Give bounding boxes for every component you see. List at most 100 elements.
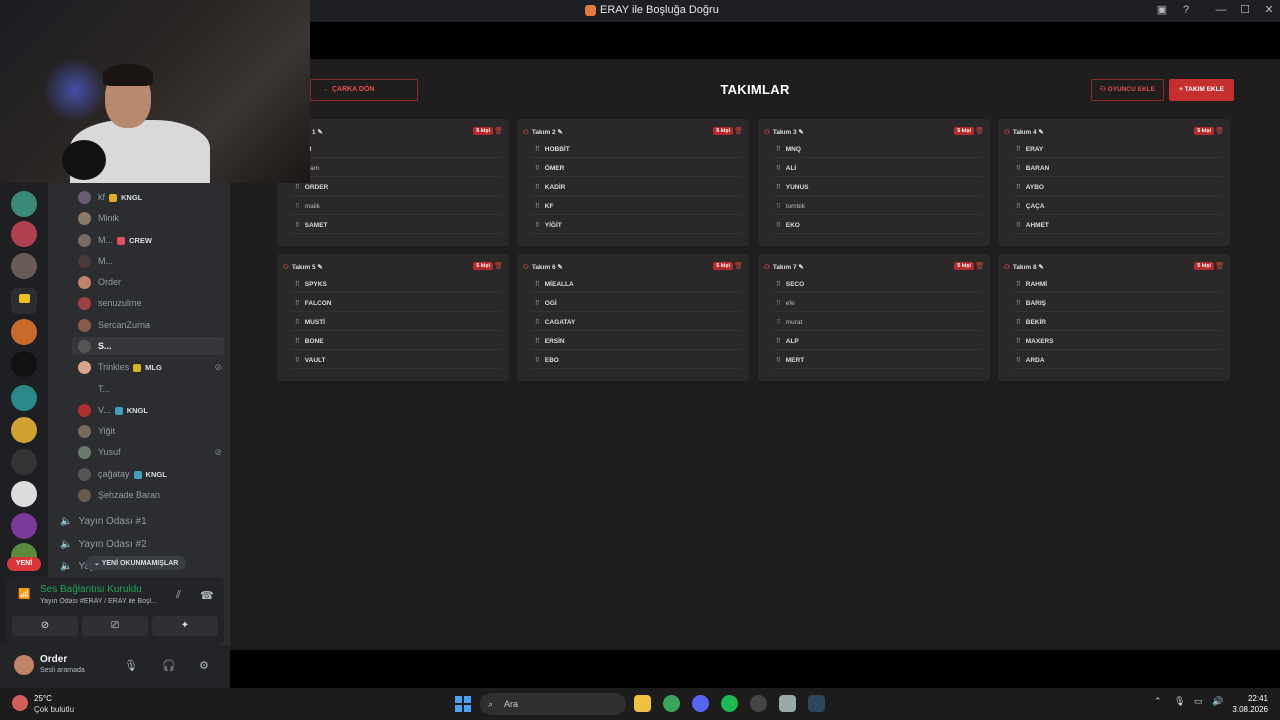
server-icon[interactable]	[11, 385, 37, 411]
drag-handle-icon[interactable]: ⠿	[776, 146, 781, 153]
obs-icon[interactable]	[750, 695, 767, 712]
drag-handle-icon[interactable]: ⠿	[1016, 338, 1021, 345]
drag-handle-icon[interactable]: ⠿	[295, 338, 300, 345]
minimize-button[interactable]: —	[1214, 3, 1228, 17]
voice-status[interactable]: Ses Bağlantısı Kuruldu	[40, 584, 142, 595]
drag-handle-icon[interactable]: ⠿	[295, 281, 300, 288]
drag-handle-icon[interactable]: ⠿	[1016, 281, 1021, 288]
player-row[interactable]: ⠿ ÖMER	[531, 161, 741, 177]
server-icon[interactable]	[11, 513, 37, 539]
drag-handle-icon[interactable]: ⠿	[295, 300, 300, 307]
player-row[interactable]: ⠿ BARIŞ	[1012, 296, 1222, 312]
player-row[interactable]: ⠿ CAGATAY	[531, 315, 741, 331]
drag-handle-icon[interactable]: ⠿	[535, 319, 540, 326]
player-row[interactable]: ⠿ ARDA	[1012, 353, 1222, 369]
voice-member[interactable]: T...	[78, 380, 226, 398]
player-row[interactable]: ⠿ OGİ	[531, 296, 741, 312]
player-row[interactable]: ⠿...am	[291, 161, 501, 177]
server-icon[interactable]	[11, 253, 37, 279]
signal-icon[interactable]: 📶	[18, 589, 30, 600]
help-icon[interactable]: ?	[1179, 3, 1193, 17]
player-row[interactable]: ⠿ ERAY	[1012, 142, 1222, 158]
voice-member[interactable]: Order	[78, 273, 226, 291]
voice-member[interactable]: senuzulme	[78, 294, 226, 312]
drag-handle-icon[interactable]: ⠿	[1016, 222, 1021, 229]
trash-icon[interactable]: 🗑	[1215, 262, 1224, 270]
player-row[interactable]: ⠿ MİEALLA	[531, 277, 741, 293]
trash-icon[interactable]: 🗑	[494, 127, 503, 135]
chevron-up-icon[interactable]: ⌃	[1154, 696, 1162, 707]
server-icon[interactable]	[11, 221, 37, 247]
drag-handle-icon[interactable]: ⠿	[776, 184, 781, 191]
voice-member[interactable]: M...	[78, 252, 226, 270]
drag-handle-icon[interactable]: ⠿	[1016, 165, 1021, 172]
close-button[interactable]: ✕	[1262, 3, 1276, 17]
player-row[interactable]: ⠿ BONE	[291, 334, 501, 350]
server-icon[interactable]	[11, 481, 37, 507]
volume-icon[interactable]: 🔊	[1212, 696, 1223, 707]
drag-handle-icon[interactable]: ⠿	[1016, 203, 1021, 210]
drag-handle-icon[interactable]: ⠿	[776, 319, 781, 326]
trash-icon[interactable]: 🗑	[1215, 127, 1224, 135]
player-row[interactable]: ⠿ VAULT	[291, 353, 501, 369]
edit-icon[interactable]: ✎	[798, 264, 803, 271]
drag-handle-icon[interactable]: ⠿	[776, 281, 781, 288]
drag-handle-icon[interactable]: ⠿	[535, 300, 540, 307]
chrome-icon[interactable]	[663, 695, 680, 712]
voice-member[interactable]: SercanZurna	[78, 316, 226, 334]
player-row[interactable]: ⠿ MAXERS	[1012, 334, 1222, 350]
trash-icon[interactable]: 🗑	[975, 262, 984, 270]
voice-channel[interactable]: 🔈 Yayın Odası #1	[60, 516, 147, 527]
player-row[interactable]: ⠿ AHMET	[1012, 218, 1222, 234]
trash-icon[interactable]: 🗑	[734, 262, 743, 270]
voice-channel-path[interactable]: Yayın Odası #ERAY / ERAY ile Boşl...	[40, 598, 170, 605]
player-row[interactable]: ⠿ BEKİR	[1012, 315, 1222, 331]
add-player-button[interactable]: ⚇ OYUNCU EKLE	[1091, 79, 1164, 101]
drag-handle-icon[interactable]: ⠿	[535, 203, 540, 210]
drag-handle-icon[interactable]: ⠿	[295, 357, 300, 364]
voice-member[interactable]: Trinkies MLG ⊘	[78, 358, 226, 376]
player-row[interactable]: ⠿ SECO	[772, 277, 982, 293]
player-row[interactable]: ⠿ EBO	[531, 353, 741, 369]
player-row[interactable]: ⠿ ÇAÇA	[1012, 199, 1222, 215]
drag-handle-icon[interactable]: ⠿	[1016, 184, 1021, 191]
server-icon[interactable]	[11, 449, 37, 475]
player-row[interactable]: ⠿ AYBO	[1012, 180, 1222, 196]
drag-handle-icon[interactable]: ⠿	[295, 184, 300, 191]
player-row[interactable]: ⠿ HOBBİT	[531, 142, 741, 158]
user-name[interactable]: Order	[40, 654, 67, 665]
weather-icon[interactable]	[12, 695, 28, 711]
drag-handle-icon[interactable]: ⠿	[1016, 146, 1021, 153]
steam-icon[interactable]	[808, 695, 825, 712]
taskbar-search[interactable]: ⌕ Ara	[480, 693, 626, 715]
player-row[interactable]: ⠿ YİĞİT	[531, 218, 741, 234]
server-icon[interactable]	[11, 319, 37, 345]
add-team-button[interactable]: + TAKIM EKLE	[1169, 79, 1234, 101]
drag-handle-icon[interactable]: ⠿	[776, 338, 781, 345]
edit-icon[interactable]: ✎	[1038, 264, 1043, 271]
trash-icon[interactable]: 🗑	[494, 262, 503, 270]
trash-icon[interactable]: 🗑	[734, 127, 743, 135]
player-row[interactable]: ⠿ ALİ	[772, 161, 982, 177]
back-to-wheel-button[interactable]: ← ÇARKA DÖN	[310, 79, 418, 101]
player-row[interactable]: ⠿ MUSTİ	[291, 315, 501, 331]
drag-handle-icon[interactable]: ⠿	[1016, 357, 1021, 364]
file-explorer-icon[interactable]	[634, 695, 651, 712]
trash-icon[interactable]: 🗑	[975, 127, 984, 135]
player-row[interactable]: ⠿ BARAN	[1012, 161, 1222, 177]
drag-handle-icon[interactable]: ⠿	[776, 165, 781, 172]
player-row[interactable]: ⠿ÇI	[291, 142, 501, 158]
voice-member[interactable]: çağatay KNGL	[78, 465, 226, 483]
disconnect-icon[interactable]: ☎	[200, 589, 214, 602]
inbox-icon[interactable]: ▣	[1155, 3, 1169, 17]
edit-icon[interactable]: ✎	[557, 129, 562, 136]
weather-temp[interactable]: 25°C	[34, 694, 52, 703]
voice-member[interactable]: Minik	[78, 209, 226, 227]
player-row[interactable]: ⠿ SAMET	[291, 218, 501, 234]
player-row[interactable]: ⠿ ALP	[772, 334, 982, 350]
voice-member[interactable]: M... CREW	[78, 231, 226, 249]
drag-handle-icon[interactable]: ⠿	[1016, 300, 1021, 307]
windows-start-icon[interactable]	[455, 696, 471, 712]
player-row[interactable]: ⠿ KF	[531, 199, 741, 215]
drag-handle-icon[interactable]: ⠿	[776, 222, 781, 229]
